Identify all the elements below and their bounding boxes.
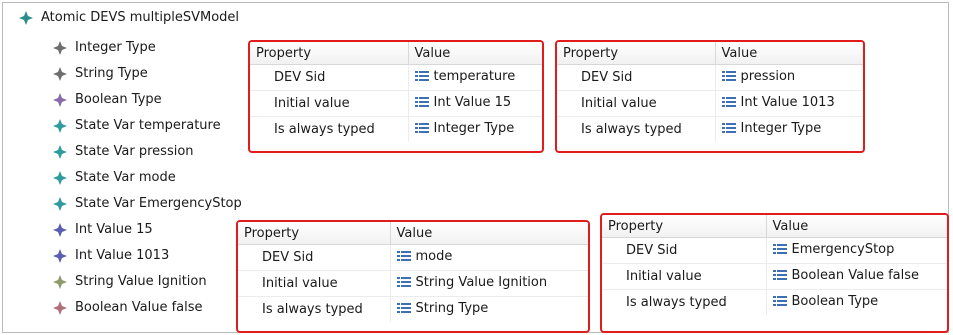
diamond-blue-icon — [52, 248, 68, 264]
property-value: Boolean Type — [791, 294, 879, 309]
property-name: Initial value — [557, 90, 716, 117]
property-name: Is always typed — [238, 296, 391, 322]
tree-item-label: Int Value 1013 — [75, 248, 170, 263]
diamond-teal-icon — [52, 144, 68, 160]
table-row[interactable]: Is always typed Integer Type — [250, 116, 542, 142]
diamond-teal-icon — [52, 196, 68, 212]
table-row[interactable]: Initial value Int Value 15 — [250, 90, 542, 117]
property-name: Initial value — [238, 270, 391, 297]
property-name: Is always typed — [557, 116, 716, 142]
diamond-rose-icon — [52, 300, 68, 316]
diamond-green-icon — [18, 10, 34, 26]
column-header-property[interactable]: Property — [238, 222, 391, 245]
tree-root-label: Atomic DEVS multipleSVModel — [41, 10, 240, 25]
property-name: Initial value — [250, 90, 409, 117]
table-row[interactable]: Is always typed Boolean Type — [602, 289, 947, 315]
table-row[interactable]: Is always typed Integer Type — [557, 116, 863, 142]
property-name: Is always typed — [250, 116, 409, 142]
properties-table-emergencystop: Property Value DEV Sid EmergencyStop Ini… — [600, 213, 949, 333]
column-header-property[interactable]: Property — [250, 42, 409, 65]
property-value: String Type — [415, 301, 489, 316]
diamond-teal-icon — [52, 170, 68, 186]
diamond-teal-icon — [52, 118, 68, 134]
list-value-icon — [721, 96, 736, 112]
properties-table-mode: Property Value DEV Sid mode Initial valu… — [236, 220, 590, 333]
column-header-value[interactable]: Value — [766, 215, 947, 238]
tree-item-label: State Var EmergencyStop — [75, 196, 242, 211]
table-row[interactable]: DEV Sid EmergencyStop — [602, 237, 947, 264]
column-header-value[interactable]: Value — [390, 222, 588, 245]
tree-item-label: String Value Ignition — [75, 274, 207, 289]
tree-item-label: State Var temperature — [75, 118, 221, 133]
property-value: Int Value 1013 — [740, 95, 835, 110]
list-value-icon — [772, 269, 787, 285]
list-value-icon — [396, 302, 411, 318]
property-value: temperature — [433, 69, 516, 84]
tree-item-label: Int Value 15 — [75, 222, 153, 237]
diamond-gray-icon — [52, 66, 68, 82]
table-row[interactable]: DEV Sid temperature — [250, 64, 542, 91]
table-row[interactable]: DEV Sid mode — [238, 244, 588, 271]
property-name: Is always typed — [602, 289, 767, 315]
diamond-olive-icon — [52, 274, 68, 290]
property-value: Integer Type — [740, 121, 822, 136]
table-row[interactable]: Initial value Boolean Value false — [602, 263, 947, 290]
tree-item-state-var-pression[interactable]: State Var pression — [52, 141, 194, 163]
table-row[interactable]: Initial value String Value Ignition — [238, 270, 588, 297]
tree-item-string-value-ignition[interactable]: String Value Ignition — [52, 271, 207, 293]
diamond-purple-icon — [52, 92, 68, 108]
tree-item-state-var-mode[interactable]: State Var mode — [52, 167, 176, 189]
list-value-icon — [414, 96, 429, 112]
property-value: String Value Ignition — [415, 275, 548, 290]
column-header-value[interactable]: Value — [408, 42, 542, 65]
property-name: DEV Sid — [238, 244, 391, 271]
tree-item-label: Boolean Type — [75, 92, 162, 107]
tree-item-state-var-temperature[interactable]: State Var temperature — [52, 115, 221, 137]
property-value: pression — [740, 69, 796, 84]
property-name: DEV Sid — [602, 237, 767, 264]
table-row[interactable]: Initial value Int Value 1013 — [557, 90, 863, 117]
properties-table-temperature: Property Value DEV Sid temperature Initi… — [248, 40, 544, 153]
list-value-icon — [396, 276, 411, 292]
list-value-icon — [772, 295, 787, 311]
property-value: Boolean Value false — [791, 268, 920, 283]
column-header-value[interactable]: Value — [715, 42, 863, 65]
list-value-icon — [721, 70, 736, 86]
tree-root-item[interactable]: Atomic DEVS multipleSVModel — [18, 7, 239, 29]
property-value: EmergencyStop — [791, 242, 895, 257]
column-header-property[interactable]: Property — [602, 215, 767, 238]
tree-item-label: String Type — [75, 66, 148, 81]
tree-item-label: Boolean Value false — [75, 300, 203, 315]
tree-item-int-value-1013[interactable]: Int Value 1013 — [52, 245, 169, 267]
list-value-icon — [721, 122, 736, 138]
property-value: Integer Type — [433, 121, 515, 136]
tree-item-int-value-15[interactable]: Int Value 15 — [52, 219, 153, 241]
diamond-gray-icon — [52, 40, 68, 56]
tree-item-state-var-emergencystop[interactable]: State Var EmergencyStop — [52, 193, 242, 215]
property-name: DEV Sid — [557, 64, 716, 91]
property-value: mode — [415, 249, 453, 264]
tree-item-integer-type[interactable]: Integer Type — [52, 37, 156, 59]
property-name: Initial value — [602, 263, 767, 290]
list-value-icon — [396, 250, 411, 266]
table-row[interactable]: Is always typed String Type — [238, 296, 588, 322]
diamond-blue-icon — [52, 222, 68, 238]
tree-item-boolean-type[interactable]: Boolean Type — [52, 89, 162, 111]
table-row[interactable]: DEV Sid pression — [557, 64, 863, 91]
list-value-icon — [414, 70, 429, 86]
list-value-icon — [772, 243, 787, 259]
property-value: Int Value 15 — [433, 95, 512, 110]
tree-item-label: Integer Type — [75, 40, 156, 55]
tree-item-boolean-value-false[interactable]: Boolean Value false — [52, 297, 203, 319]
column-header-property[interactable]: Property — [557, 42, 716, 65]
tree-item-string-type[interactable]: String Type — [52, 63, 148, 85]
properties-table-pression: Property Value DEV Sid pression Initial … — [555, 40, 865, 153]
property-name: DEV Sid — [250, 64, 409, 91]
tree-item-label: State Var pression — [75, 144, 194, 159]
tree-item-label: State Var mode — [75, 170, 176, 185]
list-value-icon — [414, 122, 429, 138]
